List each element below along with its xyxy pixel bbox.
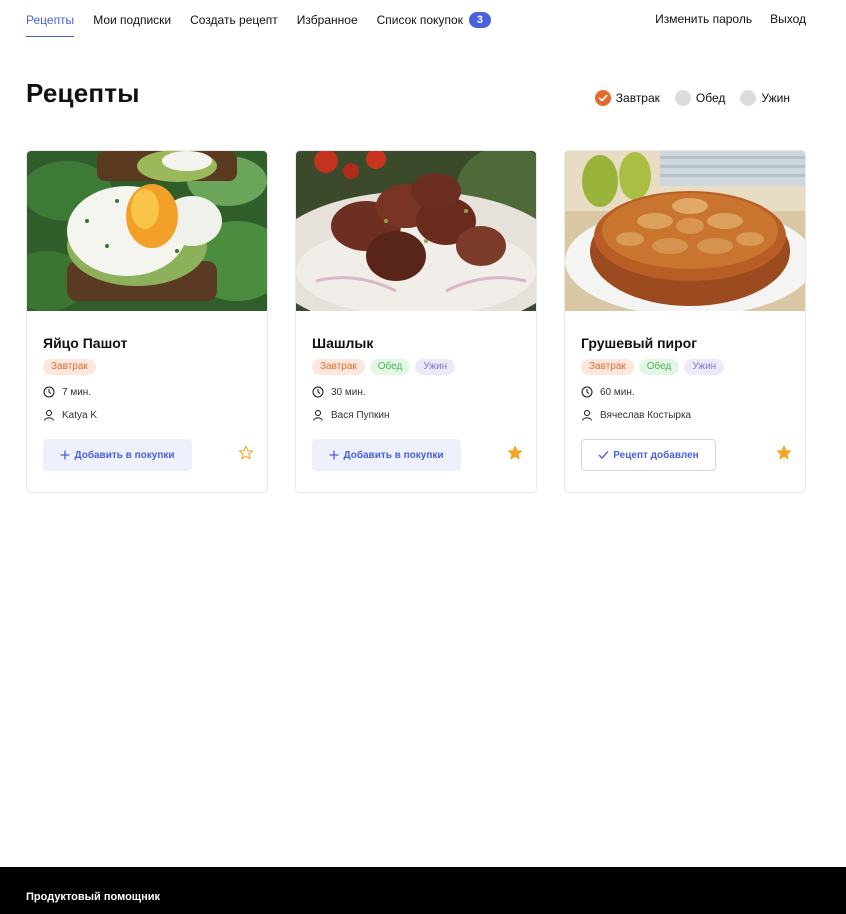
tag-lunch: Обед (369, 359, 411, 375)
top-nav: Рецепты Мои подписки Создать рецепт Избр… (26, 0, 806, 40)
page-title: Рецепты (26, 78, 140, 108)
checkbox-unchecked-icon (740, 90, 757, 106)
checkmark-icon (598, 451, 609, 459)
recipe-author: Вася Пупкин (312, 409, 390, 421)
star-outline-icon[interactable] (238, 445, 254, 461)
meal-filters: Завтрак Обед Ужин (580, 90, 790, 106)
add-to-shopping-label: Добавить в покупки (343, 449, 444, 461)
nav-shopping-list[interactable]: Список покупок 3 (377, 12, 491, 38)
recipe-added-button[interactable]: Рецепт добавлен (581, 439, 716, 471)
filter-breakfast-label: Завтрак (615, 91, 660, 105)
tag-breakfast: Завтрак (581, 359, 634, 375)
nav-favorites[interactable]: Избранное (297, 13, 358, 37)
filter-lunch[interactable]: Обед (674, 90, 726, 106)
footer: Продуктовый помощник (0, 867, 846, 914)
recipe-card: Яйцо Пашот Завтрак 7 мин. Katya K Добави… (26, 150, 268, 493)
author-name[interactable]: Katya K (62, 410, 97, 421)
plus-icon (60, 450, 70, 460)
plus-icon (329, 450, 339, 460)
nav-create-recipe[interactable]: Создать рецепт (190, 13, 278, 37)
tag-breakfast: Завтрак (43, 359, 96, 375)
add-to-shopping-button[interactable]: Добавить в покупки (312, 439, 461, 471)
recipe-image-poached-egg[interactable] (27, 151, 267, 311)
tag-dinner: Ужин (415, 359, 456, 375)
recipe-title[interactable]: Яйцо Пашот (43, 335, 127, 351)
nav-recipes[interactable]: Рецепты (26, 13, 75, 37)
recipe-tags: Завтрак (43, 359, 101, 375)
recipe-title[interactable]: Грушевый пирог (581, 335, 697, 351)
recipe-cook-time: 30 мин. (312, 386, 366, 398)
recipe-image-shashlik[interactable] (296, 151, 536, 311)
tag-dinner: Ужин (684, 359, 725, 375)
tag-breakfast: Завтрак (312, 359, 365, 375)
tag-lunch: Обед (638, 359, 680, 375)
recipe-added-label: Рецепт добавлен (613, 449, 699, 461)
cook-time-value: 30 мин. (331, 386, 366, 398)
footer-brand: Продуктовый помощник (26, 891, 160, 903)
checkbox-checked-icon (594, 90, 611, 106)
clock-icon (312, 386, 324, 398)
recipe-cook-time: 7 мин. (43, 386, 91, 398)
recipe-card: Шашлык Завтрак Обед Ужин 30 мин. Вася Пу… (295, 150, 537, 493)
recipe-card-list: Яйцо Пашот Завтрак 7 мин. Katya K Добави… (26, 150, 833, 493)
recipe-title[interactable]: Шашлык (312, 335, 373, 351)
add-to-shopping-label: Добавить в покупки (74, 449, 175, 461)
clock-icon (43, 386, 55, 398)
cook-time-value: 60 мин. (600, 386, 635, 398)
clock-icon (581, 386, 593, 398)
recipe-cook-time: 60 мин. (581, 386, 635, 398)
user-icon (582, 410, 592, 421)
checkbox-unchecked-icon (674, 90, 691, 106)
recipe-author: Вячеслав Костырка (581, 409, 691, 421)
user-icon (44, 410, 54, 421)
star-filled-icon[interactable] (507, 445, 523, 461)
recipe-image-pear-pie[interactable] (565, 151, 805, 311)
author-name[interactable]: Вячеслав Костырка (600, 410, 691, 421)
recipe-author: Katya K (43, 409, 97, 421)
nav-subscriptions[interactable]: Мои подписки (93, 13, 171, 37)
shopping-count-badge: 3 (468, 12, 491, 28)
nav-change-password[interactable]: Изменить пароль (655, 12, 752, 36)
user-icon (313, 410, 323, 421)
recipe-card: Грушевый пирог Завтрак Обед Ужин 60 мин.… (564, 150, 806, 493)
star-filled-icon[interactable] (776, 445, 792, 461)
recipe-tags: Завтрак Обед Ужин (312, 359, 460, 375)
cook-time-value: 7 мин. (62, 386, 92, 398)
filter-dinner[interactable]: Ужин (740, 90, 790, 106)
filter-lunch-label: Обед (695, 91, 726, 105)
recipe-tags: Завтрак Обед Ужин (581, 359, 729, 375)
nav-logout[interactable]: Выход (770, 12, 806, 36)
filter-breakfast[interactable]: Завтрак (594, 90, 660, 106)
nav-shopping-list-label: Список покупок (376, 13, 463, 27)
nav-left: Рецепты Мои подписки Создать рецепт Избр… (26, 12, 510, 38)
nav-right: Изменить пароль Выход (637, 12, 806, 36)
author-name[interactable]: Вася Пупкин (331, 410, 390, 421)
filter-dinner-label: Ужин (761, 91, 790, 105)
add-to-shopping-button[interactable]: Добавить в покупки (43, 439, 192, 471)
